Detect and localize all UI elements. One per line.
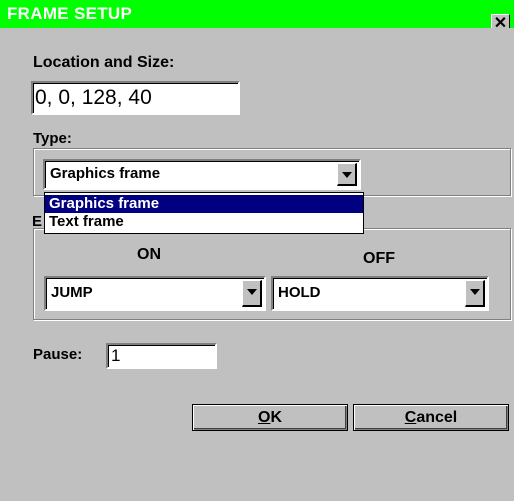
window-title: FRAME SETUP <box>7 4 133 23</box>
on-effect-select[interactable]: JUMP <box>44 276 266 311</box>
cancel-button[interactable]: Cancel <box>353 404 509 431</box>
pause-input[interactable]: 1 <box>106 343 217 369</box>
off-label: OFF <box>363 250 395 267</box>
type-dropdown-arrow[interactable] <box>337 163 357 186</box>
ok-button[interactable]: OK <box>192 404 348 431</box>
type-label: Type: <box>33 130 72 147</box>
type-option-text-frame[interactable]: Text frame <box>45 213 363 231</box>
off-effect-select[interactable]: HOLD <box>271 276 489 311</box>
off-effect-value: HOLD <box>278 284 321 301</box>
location-label: Location and Size: <box>33 54 175 71</box>
effects-label: E <box>32 213 43 230</box>
cancel-mnemonic: C <box>404 409 417 426</box>
type-option-graphics-frame[interactable]: Graphics frame <box>45 195 363 213</box>
type-select-value: Graphics frame <box>50 165 161 182</box>
ok-label-rest: K <box>270 409 282 426</box>
pause-label: Pause: <box>33 346 83 363</box>
off-effect-dropdown-arrow[interactable] <box>465 280 485 307</box>
type-select[interactable]: Graphics frame <box>43 159 361 190</box>
on-effect-dropdown-arrow[interactable] <box>242 280 262 307</box>
ok-mnemonic: O <box>257 409 271 426</box>
on-label: ON <box>137 246 161 263</box>
location-size-input[interactable]: 0, 0, 128, 40 <box>31 81 240 115</box>
cancel-label-rest: ancel <box>416 409 458 426</box>
type-dropdown-list[interactable]: Graphics frame Text frame <box>44 192 364 234</box>
on-effect-value: JUMP <box>51 284 93 301</box>
